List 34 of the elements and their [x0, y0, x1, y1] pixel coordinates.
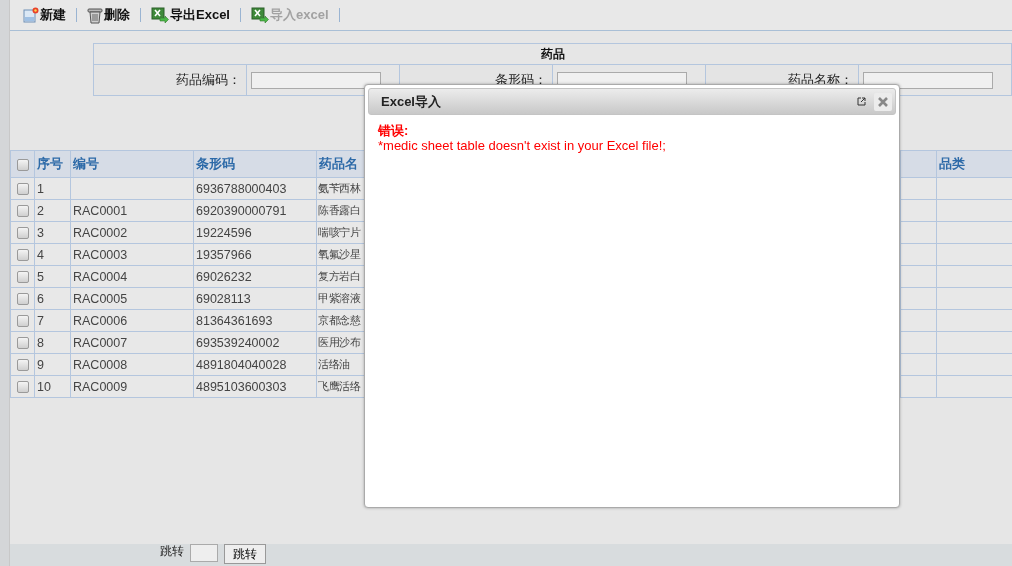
toolbar-button[interactable]: 新建: [19, 6, 70, 24]
checkbox[interactable]: [17, 159, 29, 172]
trash-icon: [87, 6, 103, 24]
column-header: 条形码: [193, 150, 317, 178]
checkbox[interactable]: [17, 359, 29, 372]
new-document-icon: [23, 7, 39, 23]
error-title: 错误:: [378, 124, 410, 138]
checkbox[interactable]: [17, 227, 29, 240]
checkbox[interactable]: [17, 315, 29, 328]
close-icon: [878, 96, 888, 107]
toolbar-button[interactable]: 导出Excel: [147, 6, 234, 24]
checkbox[interactable]: [17, 337, 29, 350]
form-title: 药品: [93, 43, 1012, 65]
checkbox[interactable]: [17, 205, 29, 218]
checkbox[interactable]: [17, 249, 29, 262]
input-field[interactable]: [863, 71, 993, 89]
jump-button[interactable]: 跳转: [224, 544, 266, 564]
toolbar-button[interactable]: 删除: [83, 6, 134, 24]
spreadsheet-export-icon: [251, 7, 269, 23]
checkbox[interactable]: [17, 381, 29, 394]
checkbox[interactable]: [17, 271, 29, 284]
close-button[interactable]: [874, 92, 892, 111]
column-header: 编号: [70, 150, 194, 178]
jump-label: 跳转: [160, 544, 184, 558]
checkbox[interactable]: [17, 183, 29, 196]
field-label: 药品编码：: [93, 64, 247, 96]
input-field[interactable]: [251, 71, 381, 89]
column-header: 品类: [936, 150, 1012, 178]
popout-icon[interactable]: [857, 97, 866, 106]
error-message: *medic sheet table doesn't exist in your Excel file!;: [378, 138, 667, 153]
checkbox[interactable]: [17, 293, 29, 306]
spreadsheet-export-icon: [151, 7, 169, 23]
page-input[interactable]: [190, 544, 218, 562]
column-header: 序号: [34, 150, 71, 178]
